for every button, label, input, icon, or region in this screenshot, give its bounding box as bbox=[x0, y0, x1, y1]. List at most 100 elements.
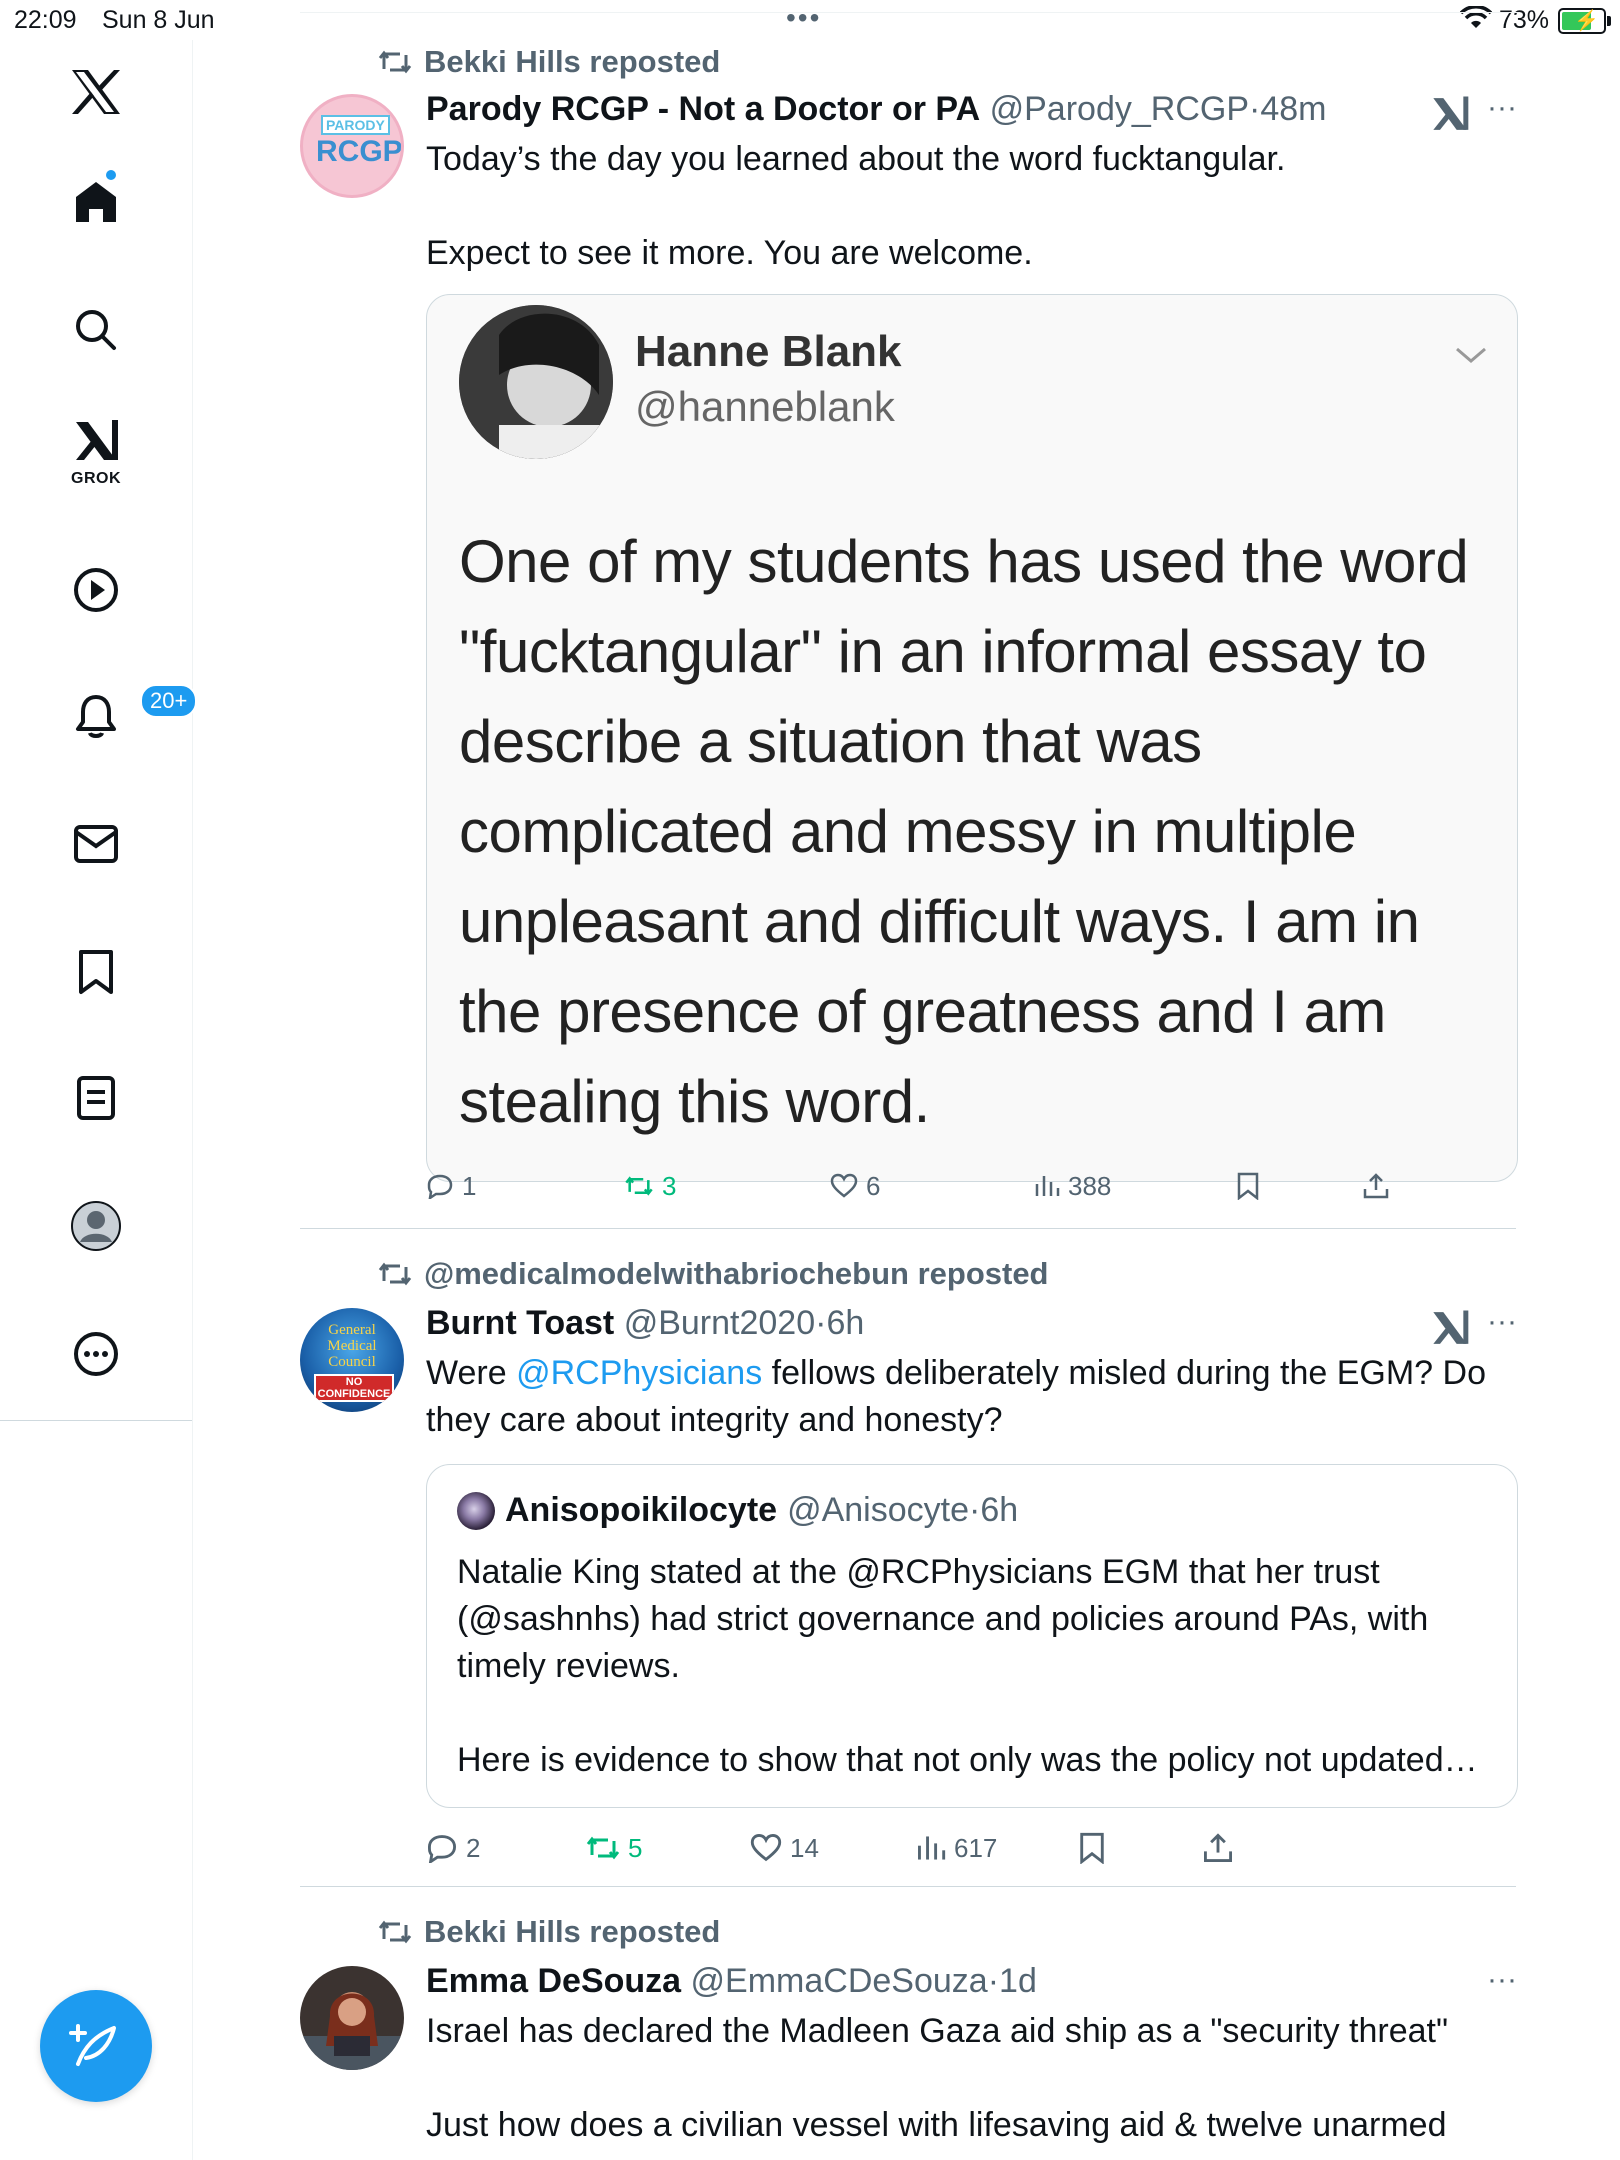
tweet-time[interactable]: 6h bbox=[826, 1304, 864, 1342]
repost-indicator: @medicalmodelwithabriochebun reposted bbox=[378, 1256, 1049, 1292]
status-date: Sun 8 Jun bbox=[102, 6, 215, 34]
quoted-time: 6h bbox=[980, 1491, 1019, 1529]
sidebar-divider bbox=[0, 1420, 192, 1421]
avatar[interactable]: PARODY RCGP bbox=[300, 94, 404, 198]
tweet[interactable]: Bekki Hills reposted PARODY RCGP Parody … bbox=[300, 40, 1518, 1230]
grok-explain-button[interactable] bbox=[1430, 94, 1474, 138]
bookmark-button[interactable] bbox=[1236, 1164, 1260, 1208]
mention-link[interactable]: @RCPhysicians bbox=[516, 1354, 762, 1392]
repost-label[interactable]: @medicalmodelwithabriochebun reposted bbox=[424, 1256, 1049, 1292]
status-bar: 22:09 Sun 8 Jun ••• 73% ⚡ bbox=[0, 0, 1620, 40]
quoted-image-text: One of my students has used the word "fu… bbox=[459, 528, 1469, 1135]
tweet-time[interactable]: 1d bbox=[999, 1962, 1037, 2000]
top-divider bbox=[300, 12, 1520, 13]
like-button[interactable]: 14 bbox=[750, 1826, 819, 1870]
more-options-icon[interactable]: ··· bbox=[1480, 1965, 1516, 2000]
author-name[interactable]: Parody RCGP - Not a Doctor or PA bbox=[426, 90, 980, 128]
author-handle[interactable]: @Parody_RCGP bbox=[990, 90, 1249, 128]
heart-icon bbox=[750, 1833, 782, 1862]
bookmark-button[interactable] bbox=[1078, 1826, 1106, 1870]
share-icon bbox=[1204, 1833, 1232, 1862]
home-icon bbox=[76, 182, 116, 222]
multitasking-dots-icon[interactable]: ••• bbox=[786, 2, 821, 34]
charging-bolt-icon: ⚡ bbox=[1574, 10, 1599, 32]
avatar-text-main: RCGP bbox=[316, 135, 403, 168]
sidebar: GROK 20+ bbox=[0, 40, 198, 2160]
repost-button[interactable]: 5 bbox=[586, 1826, 642, 1870]
notifications-bell-icon bbox=[76, 695, 116, 738]
repost-label[interactable]: Bekki Hills reposted bbox=[424, 1914, 720, 1950]
repost-button[interactable]: 3 bbox=[624, 1164, 676, 1208]
wifi-icon bbox=[1459, 5, 1493, 37]
author-name[interactable]: Emma DeSouza bbox=[426, 1962, 681, 2000]
sidebar-item-profile[interactable] bbox=[52, 1182, 140, 1270]
bookmark-icon bbox=[1237, 1172, 1259, 1200]
author-handle[interactable]: @Burnt2020 bbox=[624, 1304, 815, 1342]
tweet-time[interactable]: 48m bbox=[1260, 90, 1326, 128]
grok-label: GROK bbox=[71, 470, 121, 487]
grok-icon bbox=[76, 420, 118, 460]
sidebar-item-search[interactable] bbox=[52, 286, 140, 374]
messages-mail-icon bbox=[74, 825, 118, 863]
heart-icon bbox=[830, 1173, 858, 1198]
lists-icon bbox=[77, 1076, 115, 1120]
share-button[interactable] bbox=[1202, 1826, 1234, 1870]
like-button[interactable]: 6 bbox=[830, 1164, 880, 1208]
quoted-tweet[interactable]: Anisopoikilocyte @Anisocyte·6h Natalie K… bbox=[426, 1464, 1518, 1808]
repost-icon bbox=[625, 1176, 653, 1196]
reply-icon bbox=[427, 1174, 453, 1199]
views-button[interactable]: 617 bbox=[916, 1826, 997, 1870]
sidebar-item-notifications[interactable]: 20+ bbox=[52, 672, 198, 760]
status-time: 22:09 bbox=[14, 6, 77, 34]
tweet-header: Parody RCGP - Not a Doctor or PA @Parody… bbox=[426, 90, 1326, 129]
reply-count: 2 bbox=[466, 1832, 481, 1863]
reply-count: 1 bbox=[462, 1170, 477, 1201]
reply-button[interactable]: 1 bbox=[426, 1164, 476, 1208]
analytics-icon bbox=[1035, 1176, 1060, 1196]
quoted-author-handle: @Anisocyte·6h bbox=[787, 1491, 1018, 1530]
sidebar-item-lists[interactable] bbox=[52, 1054, 140, 1142]
tweet-header: Burnt Toast @Burnt2020·6h bbox=[426, 1304, 864, 1343]
more-options-icon[interactable]: ··· bbox=[1480, 93, 1524, 128]
sidebar-item-more[interactable] bbox=[52, 1310, 140, 1398]
like-count: 14 bbox=[790, 1832, 819, 1863]
compose-button[interactable] bbox=[40, 1990, 152, 2102]
sidebar-item-grok[interactable]: GROK bbox=[52, 406, 140, 494]
share-icon bbox=[1363, 1173, 1389, 1199]
profile-avatar-icon bbox=[71, 1201, 121, 1251]
reply-button[interactable]: 2 bbox=[426, 1826, 480, 1870]
compose-feather-icon bbox=[69, 2024, 116, 2066]
separator: · bbox=[815, 1304, 827, 1342]
like-count: 6 bbox=[866, 1170, 881, 1201]
quoted-author-photo bbox=[459, 305, 613, 459]
sidebar-item-home[interactable] bbox=[52, 158, 140, 246]
tweet[interactable]: Bekki Hills reposted Emma DeSouza @EmmaC… bbox=[300, 1914, 1516, 2160]
separator: · bbox=[1249, 90, 1261, 128]
quoted-tweet-header: Anisopoikilocyte @Anisocyte·6h bbox=[457, 1491, 1018, 1530]
repost-count: 5 bbox=[628, 1832, 643, 1863]
tweet-text: Israel has declared the Madleen Gaza aid… bbox=[426, 2012, 1449, 2144]
avatar[interactable] bbox=[300, 1966, 404, 2070]
avatar-text: General Medical Council bbox=[327, 1322, 377, 1370]
views-button[interactable]: 388 bbox=[1034, 1164, 1111, 1208]
quoted-image[interactable]: Hanne Blank @hanneblank One of my studen… bbox=[426, 294, 1518, 1182]
sidebar-item-bookmarks[interactable] bbox=[52, 928, 140, 1016]
share-button[interactable] bbox=[1362, 1164, 1390, 1208]
sidebar-item-messages[interactable] bbox=[52, 800, 140, 888]
tweet[interactable]: @medicalmodelwithabriochebun reposted Ge… bbox=[300, 1256, 1518, 1876]
view-count: 388 bbox=[1068, 1170, 1112, 1201]
avatar[interactable]: General Medical Council NO CONFIDENCE bbox=[300, 1308, 404, 1412]
author-handle[interactable]: @EmmaCDeSouza bbox=[691, 1962, 988, 2000]
sidebar-item-video[interactable] bbox=[52, 546, 140, 634]
avatar-subtext: NO CONFIDENCE bbox=[314, 1374, 394, 1402]
more-options-icon[interactable]: ··· bbox=[1480, 1307, 1524, 1342]
x-logo-icon[interactable] bbox=[52, 48, 140, 136]
repost-indicator: Bekki Hills reposted bbox=[378, 44, 720, 80]
more-circle-icon bbox=[74, 1332, 118, 1376]
grok-explain-button[interactable] bbox=[1430, 1308, 1474, 1352]
grok-icon bbox=[1433, 1310, 1469, 1344]
repost-label[interactable]: Bekki Hills reposted bbox=[424, 44, 720, 80]
battery-percent: 73% bbox=[1499, 6, 1550, 34]
analytics-icon bbox=[918, 1836, 946, 1860]
author-name[interactable]: Burnt Toast bbox=[426, 1304, 614, 1342]
